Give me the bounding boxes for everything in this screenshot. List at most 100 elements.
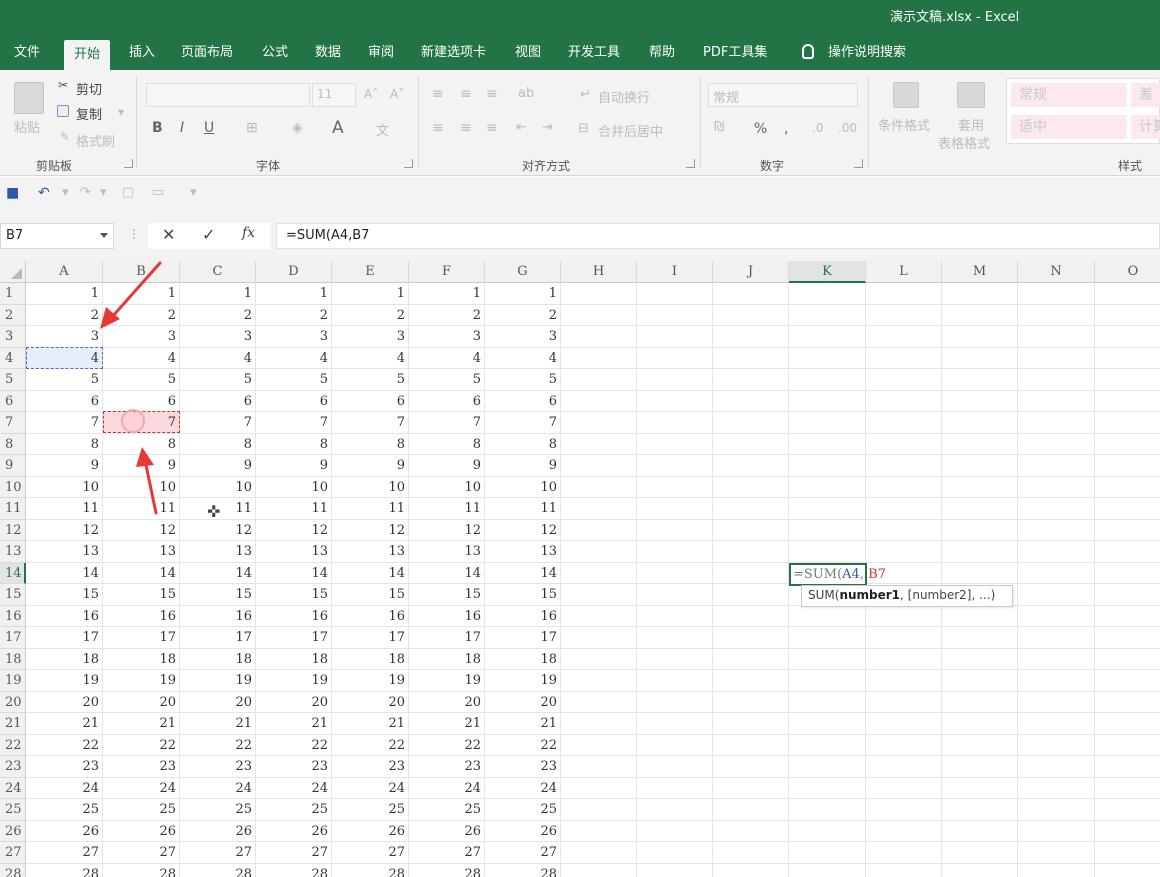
cell-e1[interactable]: 1 <box>332 283 409 305</box>
formula-input[interactable]: =SUM(A4,B7 <box>276 223 1160 249</box>
tab-help[interactable]: 帮助 <box>649 43 675 70</box>
cell-a26[interactable]: 26 <box>26 821 103 843</box>
cell-a14[interactable]: 14 <box>26 563 103 585</box>
cell-d2[interactable]: 2 <box>256 305 332 327</box>
cell-f11[interactable]: 11 <box>409 498 485 520</box>
tab-home[interactable]: 开始 <box>64 40 111 70</box>
cell-d10[interactable]: 10 <box>256 477 332 499</box>
font-size-select[interactable]: 11 <box>312 83 356 107</box>
enter-icon[interactable]: ✓ <box>202 225 215 244</box>
cell-b27[interactable]: 27 <box>103 842 180 864</box>
cell-c28[interactable]: 28 <box>180 864 256 877</box>
tab-insert[interactable]: 插入 <box>129 43 155 70</box>
cell-e3[interactable]: 3 <box>332 326 409 348</box>
cell-c14[interactable]: 14 <box>180 563 256 585</box>
clipboard-launcher-icon[interactable] <box>124 159 133 168</box>
print-preview-icon[interactable]: ▢ <box>122 185 134 200</box>
cell-d18[interactable]: 18 <box>256 649 332 671</box>
cell-c6[interactable]: 6 <box>180 391 256 413</box>
format-painter-button[interactable]: 格式刷 <box>76 131 115 150</box>
cell-g28[interactable]: 28 <box>485 864 561 877</box>
cell-d17[interactable]: 17 <box>256 627 332 649</box>
cell-b10[interactable]: 10 <box>103 477 180 499</box>
row-header-26[interactable]: 26 <box>0 820 26 842</box>
cell-f6[interactable]: 6 <box>409 391 485 413</box>
column-header-b[interactable]: B <box>103 261 180 283</box>
cell-e21[interactable]: 21 <box>332 713 409 735</box>
row-header-12[interactable]: 12 <box>0 519 26 541</box>
select-all-button[interactable] <box>0 261 26 283</box>
cell-g11[interactable]: 11 <box>485 498 561 520</box>
cell-c17[interactable]: 17 <box>180 627 256 649</box>
tab-pdf-tools[interactable]: PDF工具集 <box>703 43 767 70</box>
align-left-icon[interactable]: ≡ <box>432 120 444 136</box>
cell-g10[interactable]: 10 <box>485 477 561 499</box>
cell-e20[interactable]: 20 <box>332 692 409 714</box>
cell-f12[interactable]: 12 <box>409 520 485 542</box>
row-header-20[interactable]: 20 <box>0 691 26 713</box>
format-as-table-line1[interactable]: 套用 <box>958 115 984 134</box>
copy-icon[interactable] <box>57 105 69 117</box>
align-bottom-icon[interactable]: ≡ <box>486 86 498 102</box>
align-top-icon[interactable]: ≡ <box>432 86 444 102</box>
form-icon[interactable]: ▭ <box>152 185 164 200</box>
cell-d25[interactable]: 25 <box>256 799 332 821</box>
cell-b12[interactable]: 12 <box>103 520 180 542</box>
cell-a23[interactable]: 23 <box>26 756 103 778</box>
cell-b26[interactable]: 26 <box>103 821 180 843</box>
cell-f9[interactable]: 9 <box>409 455 485 477</box>
cell-g21[interactable]: 21 <box>485 713 561 735</box>
style-neutral[interactable]: 适中 <box>1011 115 1127 139</box>
cut-icon[interactable]: ✂ <box>58 78 68 92</box>
cell-f7[interactable]: 7 <box>409 412 485 434</box>
format-as-table-line2[interactable]: 表格格式 <box>938 133 990 152</box>
row-header-16[interactable]: 16 <box>0 605 26 627</box>
cell-b25[interactable]: 25 <box>103 799 180 821</box>
active-cell-editor[interactable]: =SUM(A4, B7 <box>789 563 886 586</box>
wrap-text-icon[interactable]: ↵ <box>580 87 591 102</box>
cell-g12[interactable]: 12 <box>485 520 561 542</box>
cell-c24[interactable]: 24 <box>180 778 256 800</box>
cell-f16[interactable]: 16 <box>409 606 485 628</box>
row-header-27[interactable]: 27 <box>0 842 26 864</box>
cell-a4[interactable]: 4 <box>26 348 103 370</box>
align-center-icon[interactable]: ≡ <box>460 120 472 136</box>
format-as-table-icon[interactable] <box>957 82 985 108</box>
cell-a24[interactable]: 24 <box>26 778 103 800</box>
cell-a21[interactable]: 21 <box>26 713 103 735</box>
customize-qat-icon[interactable]: ▾ <box>190 185 197 200</box>
paste-icon[interactable] <box>14 82 44 114</box>
cell-f17[interactable]: 17 <box>409 627 485 649</box>
cell-d6[interactable]: 6 <box>256 391 332 413</box>
border-icon[interactable]: ⊞ <box>246 120 258 136</box>
phonetic-icon[interactable]: 文 <box>376 120 389 139</box>
cell-f26[interactable]: 26 <box>409 821 485 843</box>
underline-button[interactable]: U <box>204 120 214 136</box>
number-format-select[interactable]: 常规 <box>708 83 858 107</box>
tell-me-search[interactable]: 操作说明搜索 <box>828 43 906 70</box>
cell-b23[interactable]: 23 <box>103 756 180 778</box>
cell-d9[interactable]: 9 <box>256 455 332 477</box>
cell-c15[interactable]: 15 <box>180 584 256 606</box>
format-painter-icon[interactable]: ✎ <box>60 130 70 144</box>
cell-f3[interactable]: 3 <box>409 326 485 348</box>
tab-page-layout[interactable]: 页面布局 <box>181 43 233 70</box>
cell-d7[interactable]: 7 <box>256 412 332 434</box>
cell-d15[interactable]: 15 <box>256 584 332 606</box>
cell-c18[interactable]: 18 <box>180 649 256 671</box>
cell-e27[interactable]: 27 <box>332 842 409 864</box>
cell-g5[interactable]: 5 <box>485 369 561 391</box>
cell-a5[interactable]: 5 <box>26 369 103 391</box>
cell-f24[interactable]: 24 <box>409 778 485 800</box>
row-header-21[interactable]: 21 <box>0 713 26 735</box>
cell-g22[interactable]: 22 <box>485 735 561 757</box>
cell-d21[interactable]: 21 <box>256 713 332 735</box>
cell-b16[interactable]: 16 <box>103 606 180 628</box>
cell-c3[interactable]: 3 <box>180 326 256 348</box>
cell-b21[interactable]: 21 <box>103 713 180 735</box>
number-launcher-icon[interactable] <box>854 159 863 168</box>
row-header-22[interactable]: 22 <box>0 734 26 756</box>
cell-g27[interactable]: 27 <box>485 842 561 864</box>
cell-d12[interactable]: 12 <box>256 520 332 542</box>
cell-a11[interactable]: 11 <box>26 498 103 520</box>
